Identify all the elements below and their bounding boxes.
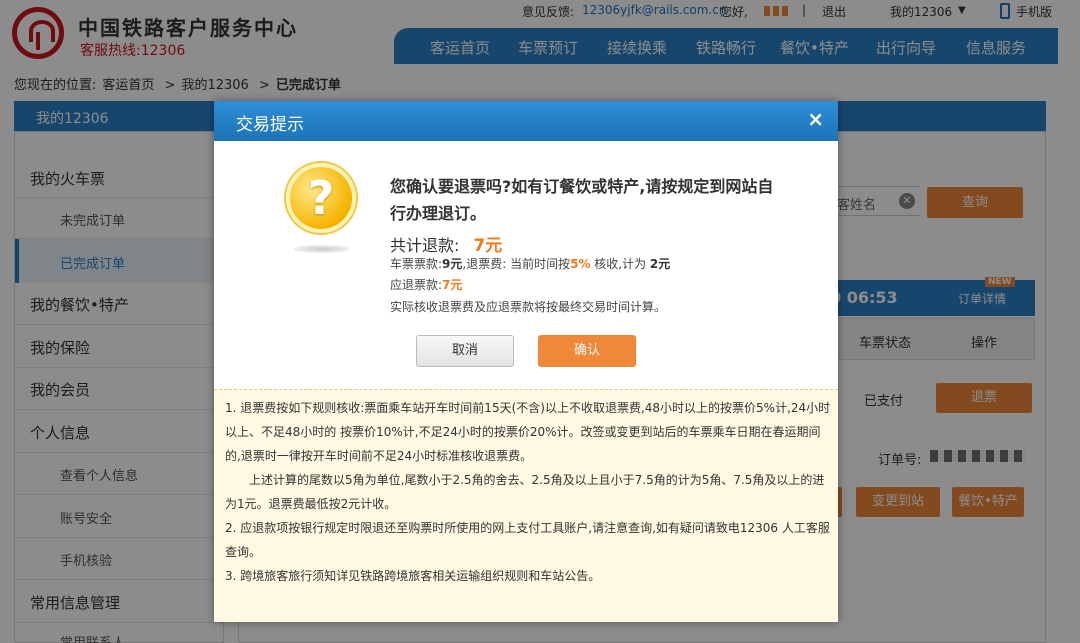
total-refund-value: 7元 bbox=[473, 236, 503, 256]
refund-confirm-dialog: 交易提示 × ? 您确认要退票吗?如有订餐饮或特产,请按规定到网站自行办理退订。… bbox=[214, 101, 838, 622]
fee-text: ,退票费: 当前时间按 bbox=[462, 257, 571, 271]
rule-2: 2. 应退款项按银行规定时限退还至购票时所使用的网上支付工具账户,请注意查询,如… bbox=[225, 521, 830, 559]
refund-detail-line: 应退票款:7元 bbox=[390, 276, 462, 293]
fare-detail-line: 车票票款:9元,退票费: 当前时间按5% 核收,计为 2元 bbox=[390, 255, 670, 272]
confirm-button[interactable]: 确认 bbox=[538, 335, 636, 367]
rule-1: 1. 退票费按如下规则核收:票面乘车站开车时间前15天(不含)以上不收取退票费,… bbox=[225, 401, 831, 463]
fee-rate: 5% bbox=[570, 257, 591, 271]
refund-label: 应退票款: bbox=[390, 278, 443, 292]
rule-3: 3. 跨境旅客旅行须知详见铁路跨境旅客相关运输组织规则和车站公告。 bbox=[225, 569, 601, 583]
refund-rules: 1. 退票费按如下规则核收:票面乘车站开车时间前15天(不含)以上不收取退票费,… bbox=[214, 389, 838, 622]
total-refund-label: 共计退款: bbox=[390, 236, 460, 255]
cancel-button[interactable]: 取消 bbox=[416, 335, 514, 367]
close-icon[interactable]: × bbox=[807, 107, 824, 131]
fare-label: 车票票款: bbox=[390, 257, 443, 271]
confirm-question: 您确认要退票吗?如有订餐饮或特产,请按规定到网站自行办理退订。 bbox=[390, 177, 774, 223]
total-refund-line: 共计退款: 7元 bbox=[390, 231, 502, 256]
refund-note: 实际核收退票费及应退票款将按最终交易时间计算。 bbox=[390, 300, 667, 314]
refund-value: 7元 bbox=[442, 278, 463, 292]
page: 中国铁路客户服务中心 客服热线:12306 意见反馈: 12306yjfk@ra… bbox=[0, 0, 1080, 643]
dialog-title: 交易提示 bbox=[236, 115, 304, 135]
fee-value: 2元 bbox=[649, 257, 671, 271]
question-icon: ? bbox=[286, 163, 356, 233]
dialog-header: 交易提示 × bbox=[214, 101, 838, 141]
icon-shadow bbox=[294, 245, 350, 253]
rule-1-note: 上述计算的尾数以5角为单位,尾数小于2.5角的舍去、2.5角及以上且小于7.5角… bbox=[225, 473, 825, 511]
fare-value: 9元 bbox=[442, 257, 463, 271]
fee-mid: 核收,计为 bbox=[590, 257, 650, 271]
